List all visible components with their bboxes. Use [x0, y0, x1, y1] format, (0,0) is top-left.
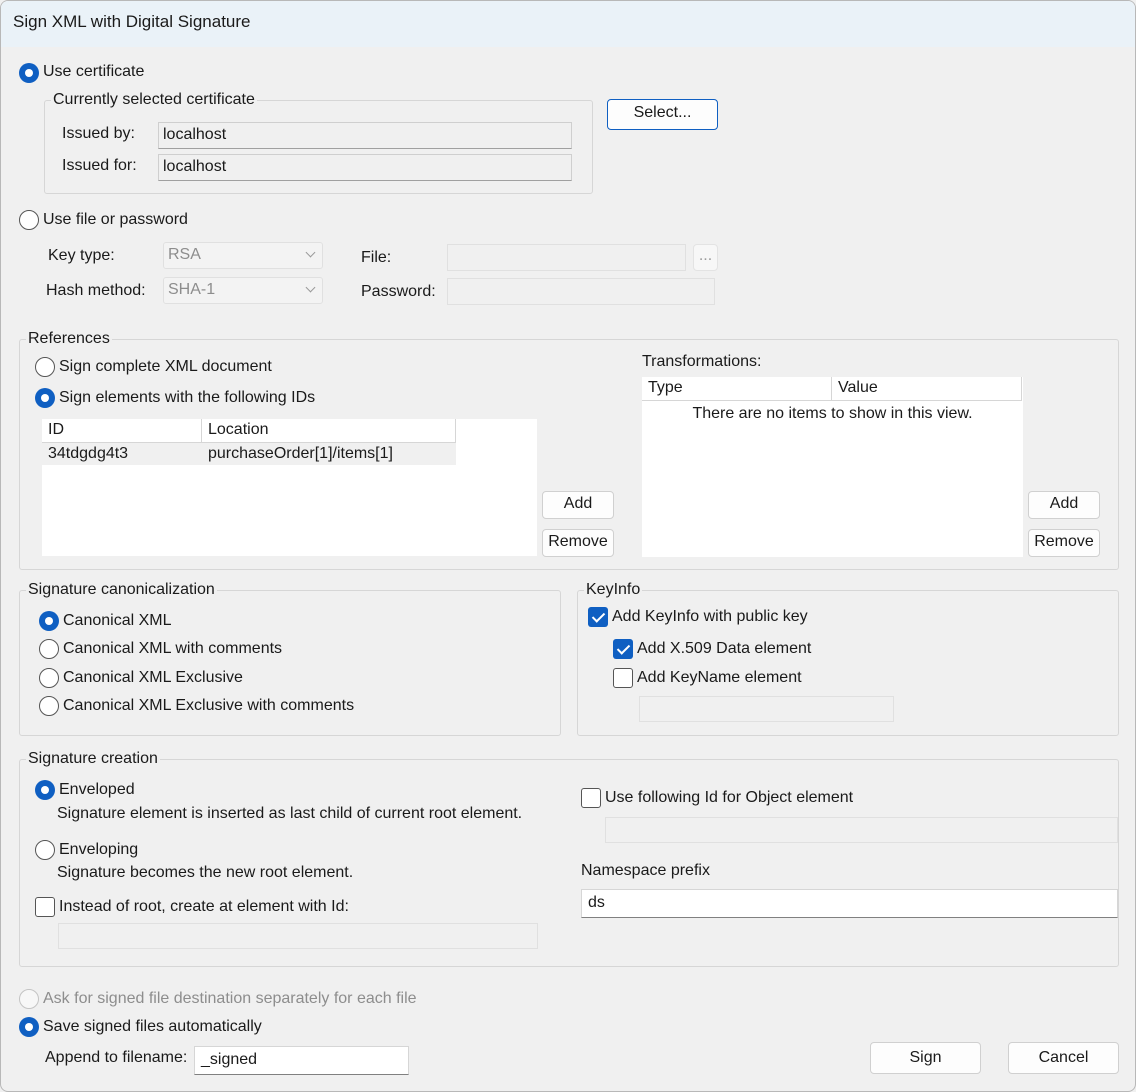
save-automatically-radio[interactable]	[19, 1017, 39, 1037]
object-id-field[interactable]	[605, 817, 1118, 843]
add-x509-checkbox[interactable]	[613, 639, 633, 659]
column-header-value[interactable]: Value	[832, 377, 1022, 401]
canonical-xml-comments-label[interactable]: Canonical XML with comments	[63, 640, 282, 658]
password-field[interactable]	[447, 278, 715, 305]
references-list[interactable]: ID Location 34tdgdg4t3 purchaseOrder[1]/…	[42, 419, 537, 556]
add-keyinfo-label[interactable]: Add KeyInfo with public key	[612, 608, 808, 626]
chevron-down-icon	[305, 247, 316, 258]
sign-complete-label[interactable]: Sign complete XML document	[59, 358, 272, 376]
table-row[interactable]: 34tdgdg4t3 purchaseOrder[1]/items[1]	[42, 443, 456, 465]
add-keyname-checkbox[interactable]	[613, 668, 633, 688]
reference-location: purchaseOrder[1]/items[1]	[208, 445, 393, 462]
enveloped-label[interactable]: Enveloped	[59, 781, 135, 799]
add-reference-button[interactable]: Add	[542, 491, 614, 519]
instead-of-root-field[interactable]	[58, 923, 538, 949]
enveloped-description: Signature element is inserted as last ch…	[57, 805, 523, 822]
references-group-label: References	[26, 330, 112, 348]
ask-destination-label[interactable]: Ask for signed file destination separate…	[43, 990, 417, 1008]
column-header-id[interactable]: ID	[42, 419, 202, 443]
sign-elements-radio[interactable]	[35, 388, 55, 408]
canonical-xml-radio[interactable]	[39, 611, 59, 631]
use-certificate-radio[interactable]	[19, 63, 39, 83]
reference-id: 34tdgdg4t3	[48, 445, 129, 462]
hash-method-label: Hash method:	[46, 282, 146, 299]
hash-method-select[interactable]: SHA-1	[163, 277, 323, 304]
enveloping-description: Signature becomes the new root element.	[57, 864, 354, 881]
cancel-button[interactable]: Cancel	[1008, 1042, 1119, 1074]
keyname-field[interactable]	[639, 696, 894, 722]
enveloped-radio[interactable]	[35, 780, 55, 800]
remove-transformation-button[interactable]: Remove	[1028, 529, 1100, 557]
transformations-empty-text: There are no items to show in this view.	[692, 405, 973, 422]
issued-for-field: localhost	[158, 154, 572, 181]
append-filename-input[interactable]: _signed	[194, 1046, 409, 1075]
sign-complete-radio[interactable]	[35, 357, 55, 377]
canonicalization-group-label: Signature canonicalization	[26, 581, 217, 599]
keyinfo-group-label: KeyInfo	[584, 581, 643, 599]
enveloping-radio[interactable]	[35, 840, 55, 860]
issued-by-field: localhost	[158, 122, 572, 149]
column-header-type[interactable]: Type	[642, 377, 832, 401]
window-title: Sign XML with Digital Signature	[1, 1, 1135, 47]
enveloping-label[interactable]: Enveloping	[59, 841, 138, 859]
add-keyname-label[interactable]: Add KeyName element	[637, 669, 802, 687]
namespace-prefix-label: Namespace prefix	[581, 862, 710, 879]
hash-method-value: SHA-1	[168, 281, 216, 298]
add-keyinfo-checkbox[interactable]	[588, 607, 608, 627]
file-label: File:	[361, 249, 392, 266]
remove-reference-button[interactable]: Remove	[542, 529, 614, 557]
canonical-xml-comments-radio[interactable]	[39, 639, 59, 659]
canonical-xml-exclusive-comments-label[interactable]: Canonical XML Exclusive with comments	[63, 697, 354, 715]
use-file-label[interactable]: Use file or password	[43, 211, 188, 229]
namespace-prefix-input[interactable]: ds	[581, 889, 1118, 918]
canonical-xml-exclusive-label[interactable]: Canonical XML Exclusive	[63, 669, 243, 687]
add-x509-label[interactable]: Add X.509 Data element	[637, 640, 811, 658]
append-filename-label: Append to filename:	[45, 1049, 188, 1066]
key-type-label: Key type:	[48, 247, 115, 264]
sign-xml-dialog: Sign XML with Digital Signature Use cert…	[0, 0, 1136, 1092]
canonical-xml-exclusive-comments-radio[interactable]	[39, 696, 59, 716]
instead-of-root-label[interactable]: Instead of root, create at element with …	[59, 898, 349, 916]
ask-destination-radio[interactable]	[19, 989, 39, 1009]
column-header-location[interactable]: Location	[202, 419, 456, 443]
file-field[interactable]	[447, 244, 686, 271]
certificate-group-label: Currently selected certificate	[51, 91, 257, 109]
canonical-xml-exclusive-radio[interactable]	[39, 668, 59, 688]
sign-button[interactable]: Sign	[870, 1042, 981, 1074]
transformations-list[interactable]: Type Value There are no items to show in…	[642, 377, 1023, 557]
creation-group-label: Signature creation	[26, 750, 160, 768]
issued-for-label: Issued for:	[62, 157, 137, 174]
add-transformation-button[interactable]: Add	[1028, 491, 1100, 519]
browse-file-button[interactable]: ...	[693, 244, 718, 271]
chevron-down-icon	[305, 282, 316, 293]
canonical-xml-label[interactable]: Canonical XML	[63, 612, 172, 630]
use-file-radio[interactable]	[19, 210, 39, 230]
object-id-checkbox[interactable]	[581, 788, 601, 808]
password-label: Password:	[361, 283, 436, 300]
key-type-select[interactable]: RSA	[163, 242, 323, 269]
instead-of-root-checkbox[interactable]	[35, 897, 55, 917]
issued-by-label: Issued by:	[62, 125, 135, 142]
object-id-label[interactable]: Use following Id for Object element	[605, 789, 853, 807]
use-certificate-label[interactable]: Use certificate	[43, 63, 144, 81]
select-certificate-button[interactable]: Select...	[607, 99, 718, 130]
save-automatically-label[interactable]: Save signed files automatically	[43, 1018, 262, 1036]
key-type-value: RSA	[168, 246, 201, 263]
transformations-label: Transformations:	[642, 353, 762, 370]
sign-elements-label[interactable]: Sign elements with the following IDs	[59, 389, 315, 407]
